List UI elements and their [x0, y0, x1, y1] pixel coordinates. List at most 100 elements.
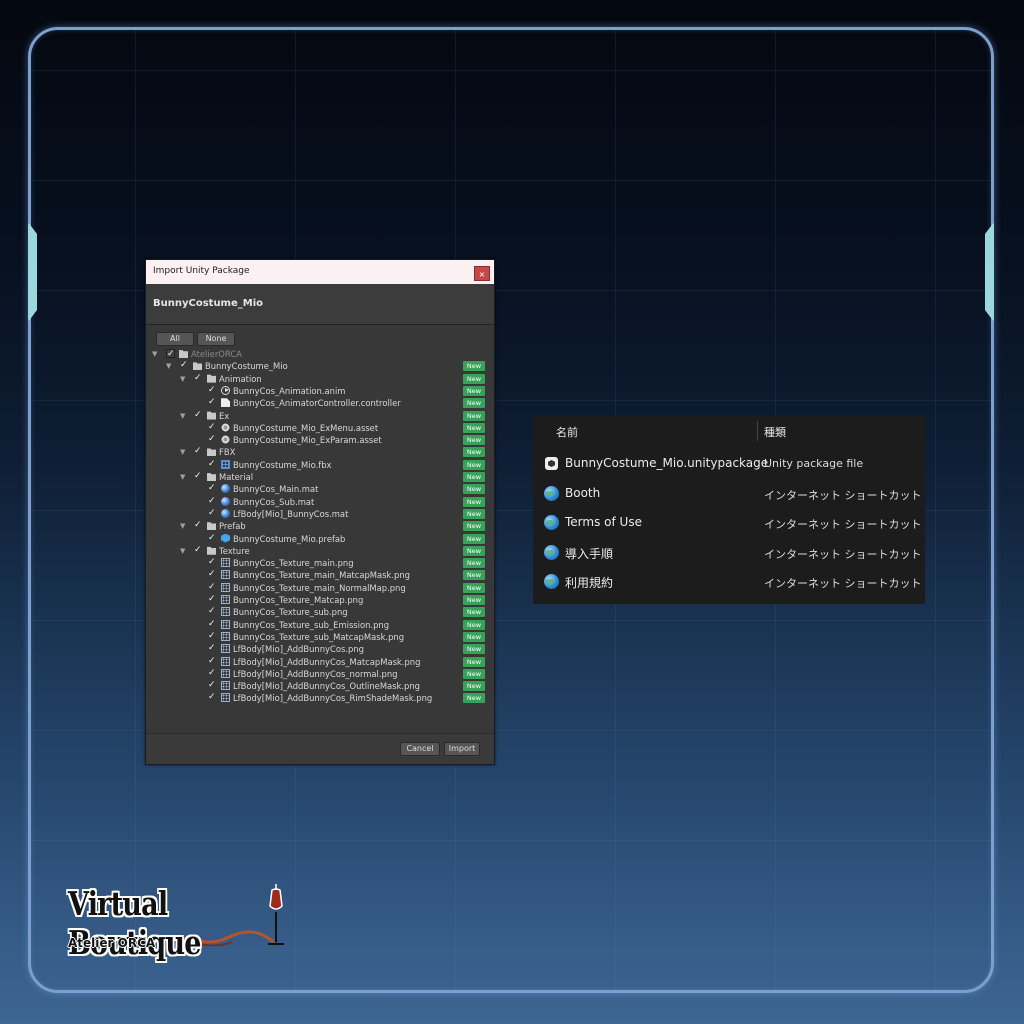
checkbox[interactable]: ✓ [194, 373, 203, 383]
expand-arrow-icon[interactable]: ▼ [152, 348, 160, 360]
import-button[interactable]: Import [444, 742, 480, 756]
checkbox[interactable]: ✓ [194, 447, 203, 456]
checkbox[interactable]: ✓ [208, 533, 217, 543]
checkbox[interactable]: ✓ [208, 619, 217, 629]
expand-arrow-icon[interactable]: ▼ [180, 373, 188, 385]
tree-row[interactable]: ✓ BunnyCos_AnimatorController.controller N… [146, 397, 494, 409]
tree-row[interactable]: ▼ ✓ Prefab New [146, 520, 494, 532]
dialog-footer: Cancel Import [146, 733, 494, 764]
file-name: Booth [565, 485, 601, 500]
expand-arrow-icon[interactable]: ▼ [180, 446, 188, 458]
checkbox[interactable]: ✓ [180, 361, 189, 370]
checkbox[interactable]: ✓ [208, 644, 217, 653]
tree-row[interactable]: ✓ BunnyCos_Sub.mat New [146, 496, 494, 508]
tree-row[interactable]: ✓ BunnyCos_Texture_main.png New [146, 557, 494, 569]
checkbox[interactable]: ✓ [208, 607, 217, 616]
column-header-name[interactable]: 名前 [556, 424, 578, 440]
checkbox[interactable]: ✓ [208, 508, 217, 518]
checkbox[interactable]: ✓ [194, 472, 203, 481]
checkbox[interactable]: ✓ [208, 459, 217, 469]
png-icon [221, 668, 230, 678]
checkbox[interactable]: ✓ [208, 631, 217, 641]
tree-row[interactable]: ▼ ✓ FBX New [146, 446, 494, 458]
checkbox[interactable]: ✓ [194, 521, 203, 530]
tree-row[interactable]: ✓ BunnyCostume_Mio.fbx New [146, 459, 494, 471]
new-badge: New [463, 656, 485, 667]
tree-row[interactable]: ✓ LfBody[Mio]_BunnyCos.mat New [146, 508, 494, 520]
file-row[interactable]: Terms of Use インターネット ショートカット [533, 509, 925, 537]
expand-arrow-icon[interactable]: ▼ [180, 520, 188, 532]
dialog-titlebar[interactable]: Import Unity Package × [146, 260, 494, 284]
checkbox[interactable]: ✓ [194, 545, 203, 555]
close-button[interactable]: × [474, 266, 490, 281]
checkbox[interactable]: ✓ [208, 496, 217, 506]
new-badge: New [463, 570, 485, 581]
checkbox[interactable]: ✓ [208, 435, 217, 444]
logo-title: Virtual Boutique [68, 884, 201, 962]
tree-row[interactable]: ✓ LfBody[Mio]_AddBunnyCos.png New [146, 643, 494, 655]
tree-item-label: Texture [219, 545, 250, 556]
checkbox[interactable]: ✓ [208, 668, 217, 678]
checkbox[interactable]: ✓ [208, 558, 217, 567]
tree-row[interactable]: ✓ BunnyCos_Main.mat New [146, 483, 494, 495]
file-type: インターネット ショートカット [764, 518, 922, 531]
globe-icon [544, 515, 559, 530]
tree-row[interactable]: ▼ ✓ BunnyCostume_Mio New [146, 360, 494, 372]
png-icon [221, 631, 230, 641]
tree-row[interactable]: ✓ LfBody[Mio]_AddBunnyCos_normal.png New [146, 668, 494, 680]
tree-row[interactable]: ▼ ✓ Animation New [146, 373, 494, 385]
checkbox[interactable]: ✓ [166, 349, 175, 359]
checkbox[interactable]: ✓ [208, 385, 217, 395]
tree-row[interactable]: ✓ BunnyCos_Texture_main_MatcapMask.png New [146, 569, 494, 581]
file-row[interactable]: 利用規約 インターネット ショートカット [533, 568, 925, 596]
file-name: Terms of Use [565, 515, 642, 529]
tree-row[interactable]: ▼ ✓ Texture New [146, 545, 494, 557]
checkbox[interactable]: ✓ [208, 484, 217, 493]
expand-arrow-icon[interactable]: ▼ [180, 545, 188, 557]
globe-icon [544, 574, 559, 589]
tree-row[interactable]: ✓ BunnyCos_Texture_sub.png New [146, 606, 494, 618]
tree-row[interactable]: ✓ BunnyCos_Texture_Matcap.png New [146, 594, 494, 606]
tree-row[interactable]: ✓ BunnyCos_Texture_sub_MatcapMask.png New [146, 631, 494, 643]
checkbox[interactable]: ✓ [208, 422, 217, 432]
tree-row[interactable]: ✓ BunnyCostume_Mio.prefab New [146, 533, 494, 545]
checkbox[interactable]: ✓ [208, 398, 217, 407]
checkbox[interactable]: ✓ [208, 681, 217, 690]
column-header-type[interactable]: 種類 [764, 424, 786, 440]
tree-row[interactable]: ✓ LfBody[Mio]_AddBunnyCos_RimShadeMask.pn… [146, 692, 494, 704]
cancel-button[interactable]: Cancel [400, 742, 440, 756]
tree-row[interactable]: ✓ BunnyCos_Animation.anim New [146, 385, 494, 397]
png-icon [221, 595, 230, 604]
expand-arrow-icon[interactable]: ▼ [180, 471, 188, 483]
select-none-button[interactable]: None [197, 332, 235, 346]
tree-row[interactable]: ▼ ✓ Material New [146, 471, 494, 483]
package-name: BunnyCostume_Mio [153, 298, 264, 309]
tree-row[interactable]: ✓ BunnyCostume_Mio_ExParam.asset New [146, 434, 494, 446]
checkbox[interactable]: ✓ [194, 410, 203, 420]
tree-row[interactable]: ✓ BunnyCos_Texture_main_NormalMap.png New [146, 582, 494, 594]
new-badge: New [463, 595, 485, 605]
tree-row[interactable]: ✓ LfBody[Mio]_AddBunnyCos_MatcapMask.png N… [146, 656, 494, 668]
tree-item-label: LfBody[Mio]_AddBunnyCos_MatcapMask.png [233, 656, 421, 667]
tree-row[interactable]: ✓ BunnyCostume_Mio_ExMenu.asset New [146, 422, 494, 434]
png-icon [221, 570, 230, 580]
checkbox[interactable]: ✓ [208, 656, 217, 666]
tree-row[interactable]: ✓ LfBody[Mio]_AddBunnyCos_OutlineMask.png… [146, 680, 494, 692]
png-icon [221, 681, 230, 691]
select-all-button[interactable]: All [156, 332, 194, 346]
file-row[interactable]: Booth インターネット ショートカット [533, 480, 925, 508]
checkbox[interactable]: ✓ [208, 693, 217, 702]
tree-row[interactable]: ▼ ✓ AtelierORCA [146, 348, 494, 360]
tree-row[interactable]: ▼ ✓ Ex New [146, 410, 494, 422]
file-row[interactable]: BunnyCostume_Mio.unitypackage Unity packa… [533, 450, 925, 478]
checkbox[interactable]: ✓ [208, 570, 217, 579]
checkbox[interactable]: ✓ [208, 595, 217, 604]
tree-item-label: BunnyCos_Texture_main_MatcapMask.png [233, 570, 410, 581]
column-separator[interactable] [757, 421, 758, 441]
file-row[interactable]: 導入手順 インターネット ショートカット [533, 539, 925, 567]
checkbox[interactable]: ✓ [208, 582, 217, 592]
prefab-icon [221, 533, 230, 543]
expand-arrow-icon[interactable]: ▼ [166, 360, 174, 372]
tree-row[interactable]: ✓ BunnyCos_Texture_sub_Emission.png New [146, 619, 494, 631]
expand-arrow-icon[interactable]: ▼ [180, 410, 188, 422]
